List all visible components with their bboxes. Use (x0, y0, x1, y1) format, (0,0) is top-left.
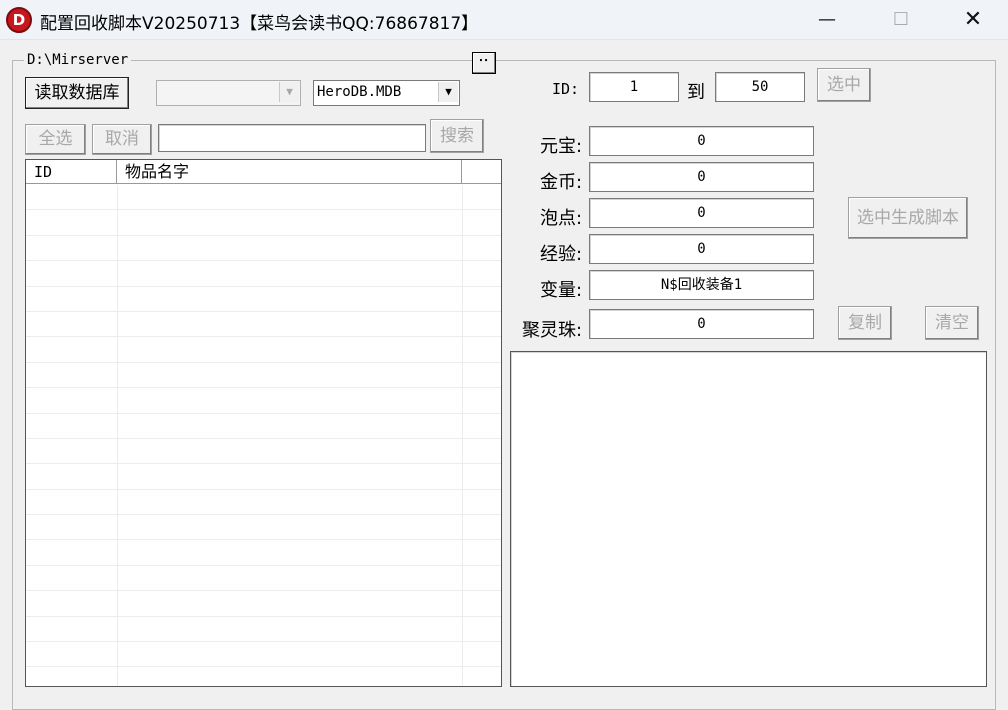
points-label: 泡点: (540, 208, 583, 229)
id-label: ID: (552, 80, 580, 98)
window-title: 配置回收脚本V20250713【菜鸟会读书QQ:76867817】 (40, 14, 479, 34)
list-row-empty (26, 388, 501, 414)
spirit-bead-input[interactable]: 0 (589, 309, 814, 339)
title-bar: D 配置回收脚本V20250713【菜鸟会读书QQ:76867817】 — ☐ … (0, 0, 1008, 40)
chevron-down-icon: ▼ (279, 82, 299, 102)
script-output-textarea[interactable] (510, 351, 987, 687)
list-header: ID 物品名字 (26, 160, 501, 184)
id-from-input[interactable]: 1 (589, 72, 679, 102)
list-row-empty (26, 642, 501, 668)
to-label: 到 (687, 82, 705, 103)
column-id[interactable]: ID (26, 160, 117, 184)
list-row-empty (26, 210, 501, 236)
gold-input[interactable]: 0 (589, 162, 814, 192)
list-row-empty (26, 464, 501, 490)
database-select-value: HeroDB.MDB (317, 84, 402, 100)
list-row-empty (26, 287, 501, 312)
list-row-empty (26, 439, 501, 465)
gold-label: 金币: (540, 172, 583, 193)
browse-folder-button[interactable]: ⋅⋅ (472, 52, 496, 74)
list-row-empty (26, 414, 501, 439)
database-select[interactable]: HeroDB.MDB ▼ (313, 80, 460, 106)
search-input[interactable] (158, 124, 426, 152)
variable-input[interactable]: N$回收装备1 (589, 270, 814, 300)
list-row-empty (26, 236, 501, 262)
list-body (26, 185, 501, 686)
list-row-empty (26, 540, 501, 566)
clear-button[interactable]: 清空 (925, 306, 979, 340)
maximize-button[interactable]: ☐ (878, 0, 924, 40)
list-row-empty (26, 261, 501, 287)
close-button[interactable]: ✕ (950, 0, 996, 40)
id-to-input[interactable]: 50 (715, 72, 805, 102)
variable-label: 变量: (540, 280, 583, 301)
points-input[interactable]: 0 (589, 198, 814, 228)
ingot-label: 元宝: (540, 136, 583, 157)
list-row-empty (26, 312, 501, 338)
list-row-empty (26, 337, 501, 363)
item-list[interactable]: ID 物品名字 (25, 159, 502, 687)
list-row-empty (26, 566, 501, 592)
experience-input[interactable]: 0 (589, 234, 814, 264)
client-area: D:\Mirserver ⋅⋅ 读取数据库 ▼ HeroDB.MDB ▼ 全选 … (0, 40, 1008, 710)
chevron-down-icon: ▼ (438, 82, 458, 102)
list-row-empty (26, 363, 501, 389)
minimize-button[interactable]: — (804, 0, 850, 40)
table-select[interactable]: ▼ (156, 80, 301, 106)
read-database-button[interactable]: 读取数据库 (25, 77, 129, 109)
list-row-empty (26, 490, 501, 516)
column-item-name[interactable]: 物品名字 (117, 160, 462, 184)
list-row-empty (26, 591, 501, 617)
select-all-button[interactable]: 全选 (25, 124, 86, 155)
spirit-bead-label: 聚灵珠: (522, 320, 583, 341)
list-row-empty (26, 515, 501, 541)
server-path-label: D:\Mirserver (24, 52, 132, 68)
copy-button[interactable]: 复制 (838, 306, 892, 340)
select-range-button[interactable]: 选中 (817, 68, 871, 102)
list-row-empty (26, 185, 501, 211)
cancel-selection-button[interactable]: 取消 (92, 124, 152, 155)
ingot-input[interactable]: 0 (589, 126, 814, 156)
column-extra[interactable] (462, 160, 501, 184)
search-button[interactable]: 搜索 (430, 119, 484, 153)
generate-script-button[interactable]: 选中生成脚本 (848, 197, 968, 239)
app-icon: D (6, 7, 32, 33)
list-row-empty (26, 617, 501, 643)
experience-label: 经验: (540, 244, 583, 265)
